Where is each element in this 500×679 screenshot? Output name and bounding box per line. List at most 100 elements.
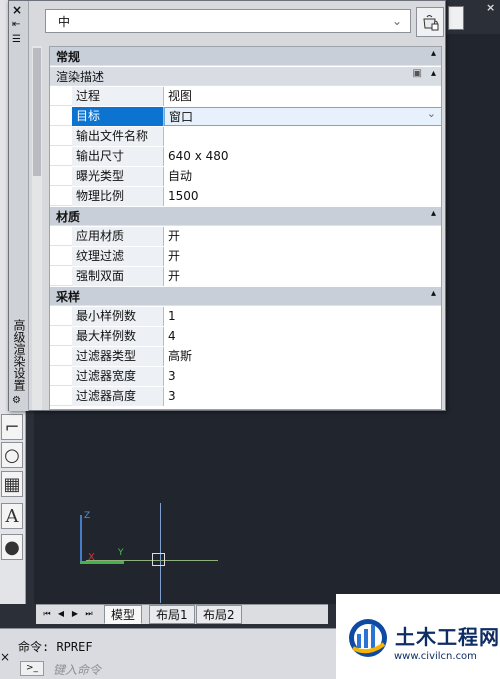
property-value[interactable]: 自动 — [164, 167, 441, 186]
advanced-render-settings-palette: × ⇤ ☰ 高级渲染设置 ⚙ 中 ⌄ 常规 ▴ 渲染描述 ▣ ▴ 过程 视图 目… — [8, 0, 446, 411]
block-tool-icon[interactable]: ● — [1, 534, 23, 560]
property-row-texture-filtering[interactable]: 纹理过滤 开 — [50, 247, 441, 266]
property-row-filter-type[interactable]: 过滤器类型 高斯 — [50, 347, 441, 366]
property-value[interactable]: 开 — [164, 227, 441, 246]
property-value[interactable]: 视图 — [164, 87, 441, 106]
command-line: 命令: RPREF >_ 键入命令 — [0, 628, 336, 679]
property-label: 过滤器宽度 — [72, 367, 164, 386]
property-label: 目标 — [72, 107, 164, 126]
collapse-icon[interactable]: ▴ — [431, 48, 436, 59]
property-label: 最小样例数 — [72, 307, 164, 326]
document-icon[interactable] — [448, 6, 464, 30]
chevron-down-icon[interactable]: ⌄ — [427, 107, 436, 120]
category-label: 材质 — [56, 210, 81, 224]
ucs-z-label: Z — [84, 511, 91, 521]
autohide-icon[interactable]: ⇤ — [12, 19, 20, 30]
collapse-icon[interactable]: ▴ — [431, 208, 436, 219]
category-label: 常规 — [56, 50, 81, 64]
property-row-force-2-sided[interactable]: 强制双面 开 — [50, 267, 441, 286]
subcategory-render-context[interactable]: 渲染描述 ▣ ▴ — [50, 67, 441, 86]
command-line-close-icon[interactable]: × — [0, 650, 10, 664]
property-label: 纹理过滤 — [72, 247, 164, 266]
command-input[interactable]: 键入命令 — [53, 661, 323, 677]
tab-layout2[interactable]: 布局2 — [196, 605, 242, 624]
property-row-filter-width[interactable]: 过滤器宽度 3 — [50, 367, 441, 386]
ucs-origin-marker: X — [88, 552, 95, 563]
settings-icon[interactable]: ▣ — [413, 68, 422, 79]
property-label: 输出尺寸 — [72, 147, 164, 166]
property-value[interactable]: 开 — [164, 267, 441, 286]
palette-titlebar[interactable]: × ⇤ ☰ 高级渲染设置 ⚙ — [9, 1, 29, 411]
property-scrollbar[interactable] — [32, 46, 42, 410]
palette-title: 高级渲染设置 — [12, 319, 26, 391]
watermark-title: 土木工程网 — [395, 625, 500, 649]
property-label: 过滤器高度 — [72, 387, 164, 406]
palette-settings-icon[interactable]: ⚙ — [12, 395, 21, 406]
render-presets-manager-button[interactable] — [416, 7, 444, 37]
property-label: 最大样例数 — [72, 327, 164, 346]
collapse-icon[interactable]: ▴ — [431, 68, 436, 79]
property-row-procedure[interactable]: 过程 视图 — [50, 87, 441, 106]
property-value[interactable]: 高斯 — [164, 347, 441, 366]
property-row-apply-materials[interactable]: 应用材质 开 — [50, 227, 441, 246]
property-label: 强制双面 — [72, 267, 164, 286]
property-row-destination[interactable]: 目标 窗口 ⌄ — [50, 107, 441, 126]
property-label: 过滤器类型 — [72, 347, 164, 366]
table-tool-icon[interactable]: ▦ — [1, 471, 23, 497]
property-row-output-size[interactable]: 输出尺寸 640 x 480 — [50, 147, 441, 166]
category-materials[interactable]: 材质 ▴ — [50, 207, 441, 226]
properties-menu-icon[interactable]: ☰ — [12, 34, 21, 45]
property-row-max-samples[interactable]: 最大样例数 4 — [50, 327, 441, 346]
preset-selected-value: 中 — [58, 14, 71, 29]
civilcn-logo-icon — [349, 619, 387, 657]
property-label: 曝光类型 — [72, 167, 164, 186]
property-value[interactable]: 640 x 480 — [164, 147, 441, 166]
render-preset-select[interactable]: 中 ⌄ — [45, 9, 411, 33]
property-label: 过程 — [72, 87, 164, 106]
property-value[interactable]: 4 — [164, 327, 441, 346]
next-tab-icon[interactable]: ▶ — [70, 608, 80, 620]
collapse-icon[interactable]: ▴ — [431, 288, 436, 299]
category-sampling[interactable]: 采样 ▴ — [50, 287, 441, 306]
command-prompt-icon[interactable]: >_ — [20, 661, 44, 676]
subcategory-label: 渲染描述 — [56, 70, 105, 84]
property-value[interactable] — [164, 127, 441, 146]
crosshair-pickbox — [152, 553, 165, 566]
property-value[interactable]: 1 — [164, 307, 441, 326]
property-label: 输出文件名称 — [72, 127, 164, 146]
layout-tabs-bar: ⏮ ◀ ▶ ⏭ 模型 布局1 布局2 — [36, 604, 328, 624]
ucs-x-axis — [80, 561, 124, 564]
first-tab-icon[interactable]: ⏮ — [42, 608, 52, 620]
ucs-y-label: Y — [118, 548, 124, 558]
property-row-output-file[interactable]: 输出文件名称 — [50, 127, 441, 146]
last-tab-icon[interactable]: ⏭ — [84, 608, 94, 620]
close-icon[interactable]: × — [12, 3, 22, 17]
category-label: 采样 — [56, 290, 81, 304]
property-row-exposure-type[interactable]: 曝光类型 自动 — [50, 167, 441, 186]
property-row-filter-height[interactable]: 过滤器高度 3 — [50, 387, 441, 406]
circle-tool-icon[interactable]: ○ — [1, 442, 23, 468]
teapot-icon — [423, 15, 439, 31]
property-label: 物理比例 — [72, 187, 164, 206]
property-row-physical-scale[interactable]: 物理比例 1500 — [50, 187, 441, 206]
tab-layout1[interactable]: 布局1 — [149, 605, 195, 624]
destination-select[interactable]: 窗口 — [164, 107, 441, 126]
property-value[interactable]: 3 — [164, 367, 441, 386]
ucs-z-axis — [80, 515, 82, 563]
ruler-tool-icon[interactable]: ⌐ — [1, 414, 23, 440]
text-tool-icon[interactable]: A — [1, 503, 23, 529]
close-icon[interactable]: × — [486, 1, 495, 14]
scrollbar-thumb[interactable] — [33, 48, 41, 176]
property-value[interactable]: 开 — [164, 247, 441, 266]
watermark-url: www.civilcn.com — [394, 651, 477, 662]
properties-grid: 常规 ▴ 渲染描述 ▣ ▴ 过程 视图 目标 窗口 ⌄ 输出文件名称 输出尺寸 … — [49, 46, 442, 410]
previous-tab-icon[interactable]: ◀ — [56, 608, 66, 620]
property-row-min-samples[interactable]: 最小样例数 1 — [50, 307, 441, 326]
civilcn-watermark: 土木工程网 www.civilcn.com — [336, 594, 500, 679]
category-general[interactable]: 常规 ▴ — [50, 47, 441, 66]
property-label: 应用材质 — [72, 227, 164, 246]
tab-model[interactable]: 模型 — [104, 605, 143, 624]
property-value[interactable]: 3 — [164, 387, 441, 406]
command-history: 命令: RPREF — [18, 640, 93, 654]
property-value[interactable]: 1500 — [164, 187, 441, 206]
